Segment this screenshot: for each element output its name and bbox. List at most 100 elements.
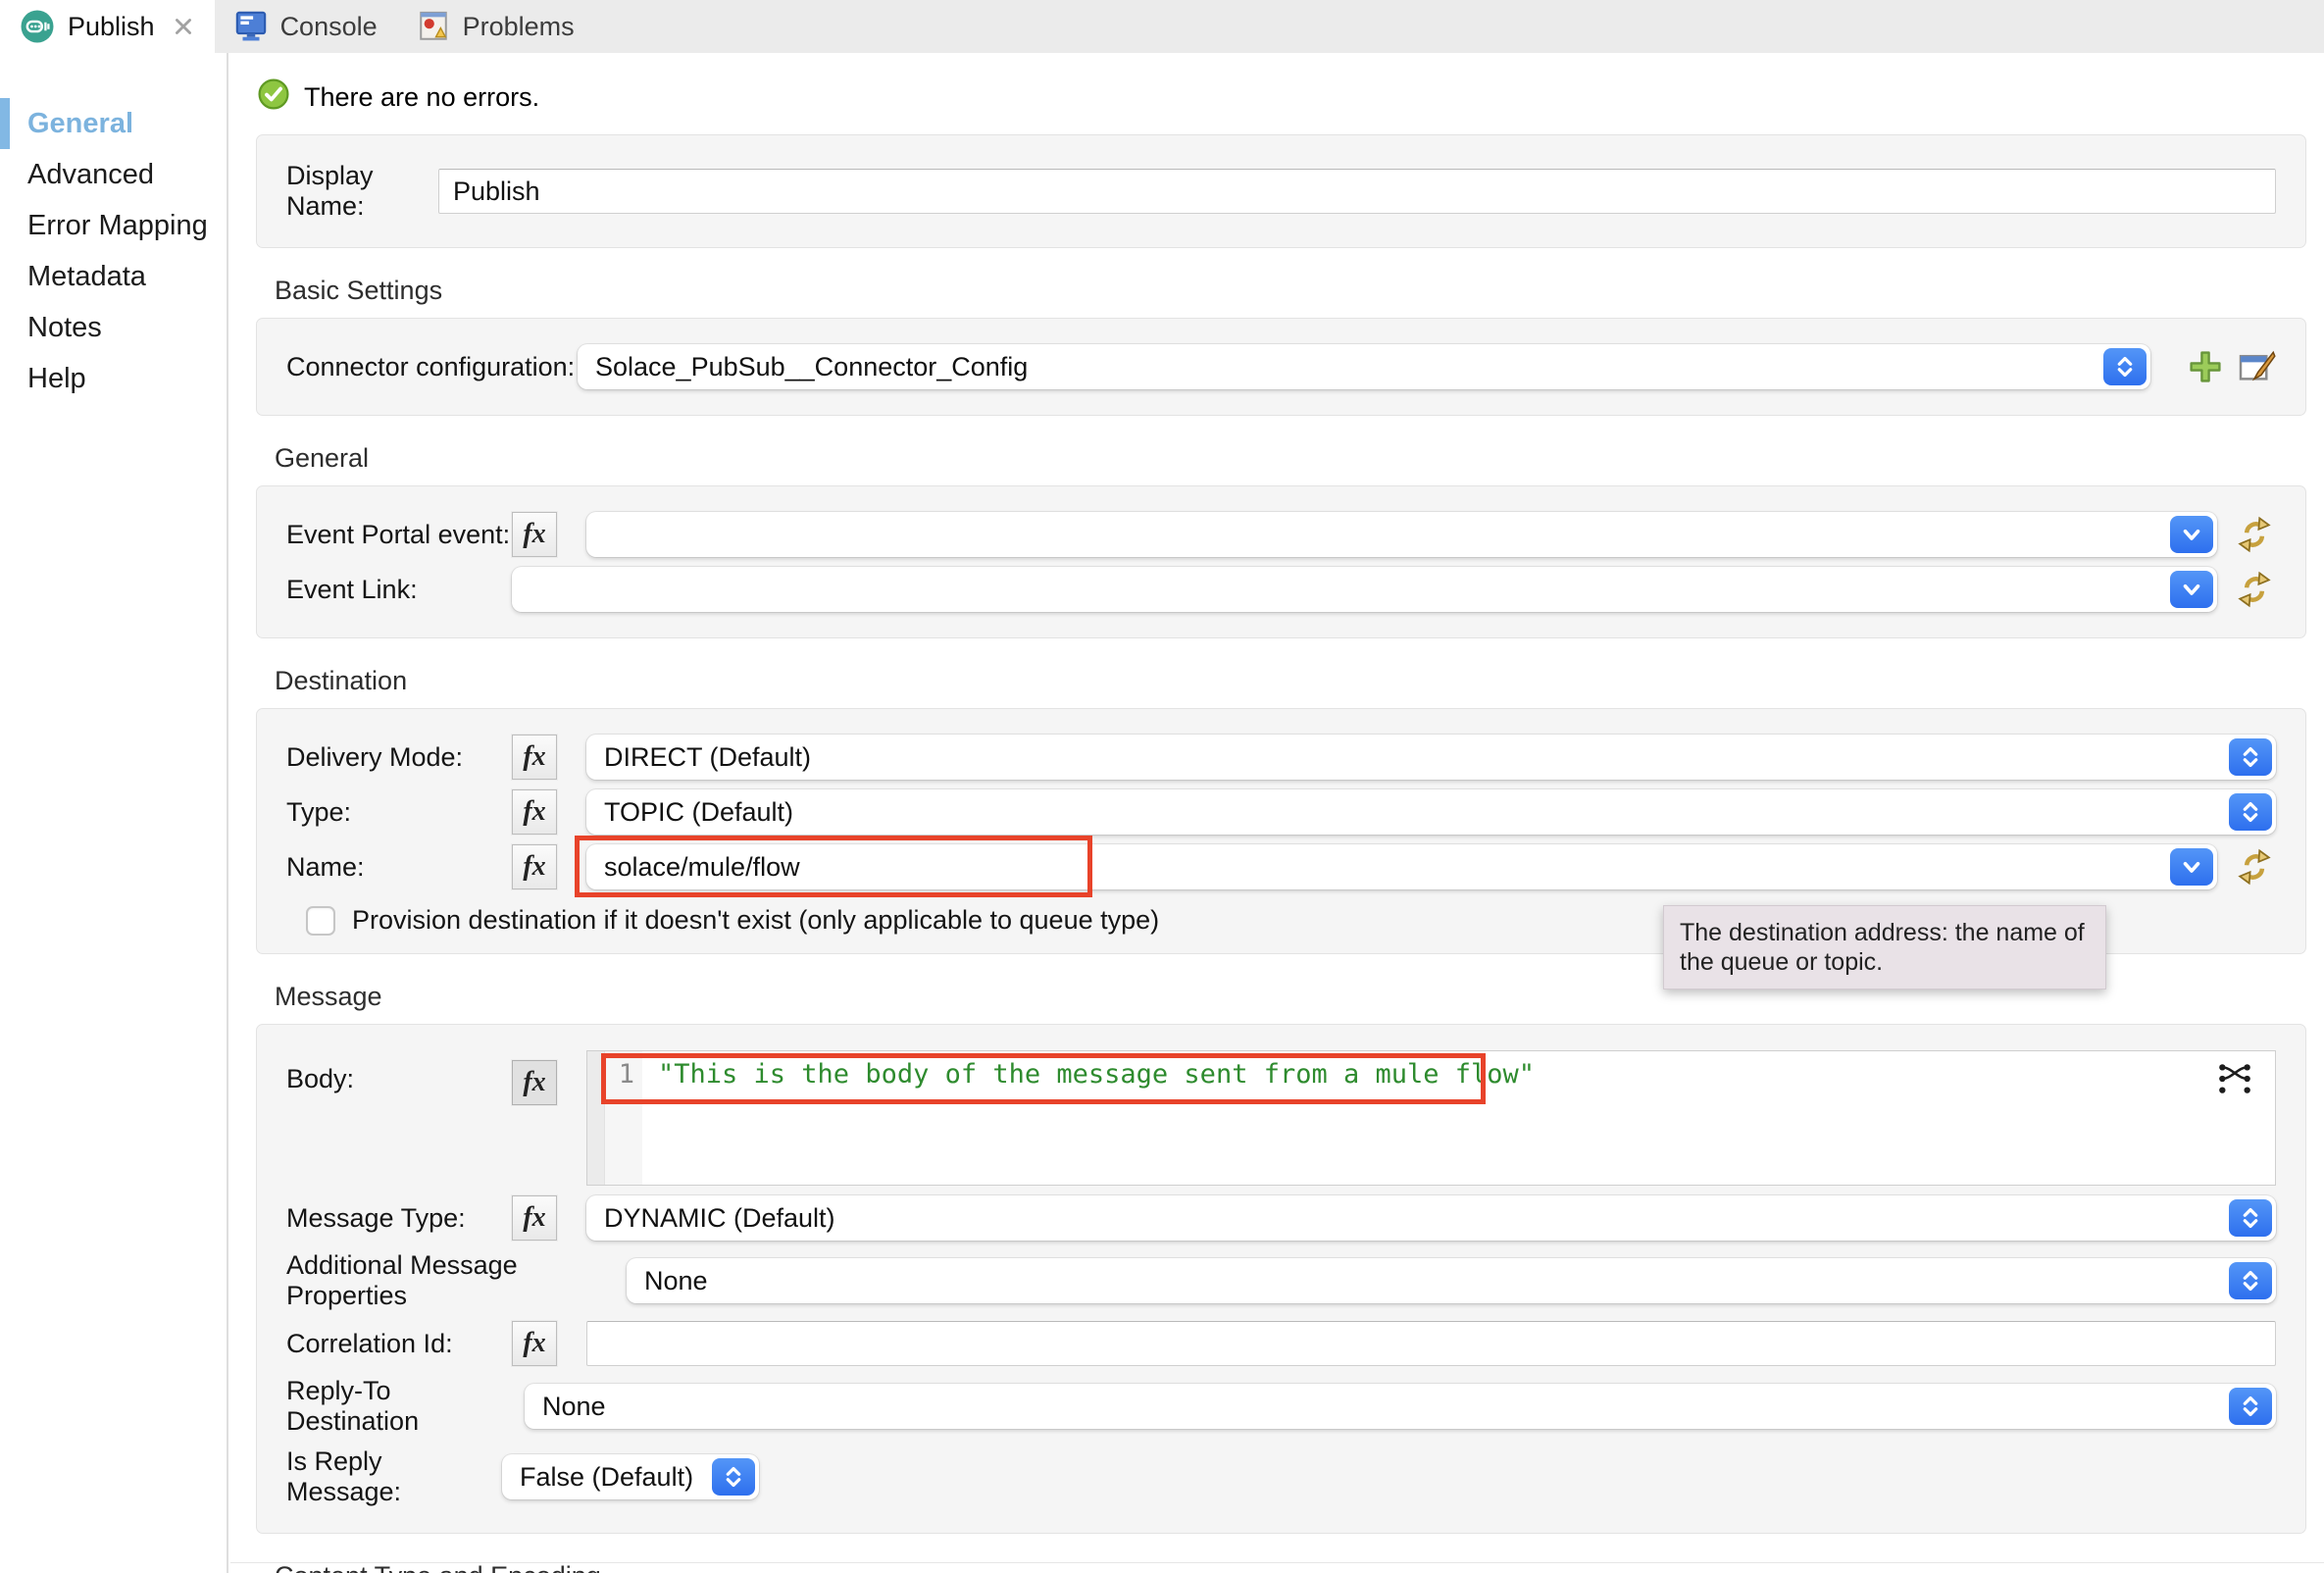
add-config-button[interactable] [2188, 349, 2223, 384]
is-reply-message-label: Is Reply Message: [286, 1446, 502, 1507]
connector-configuration-value: Solace_PubSub__Connector_Config [595, 352, 1028, 382]
chevron-down-icon [2170, 571, 2213, 608]
field-row-message-type: Message Type: fx DYNAMIC (Default) [286, 1195, 2276, 1241]
solace-publish-icon [20, 9, 55, 44]
reply-to-destination-select[interactable]: None [525, 1384, 2276, 1429]
tab-console[interactable]: Console [215, 0, 397, 53]
chevron-up-down-icon [2229, 793, 2272, 831]
chevron-up-down-icon [2229, 1388, 2272, 1425]
destination-name-tooltip: The destination address: the name of the… [1663, 905, 2106, 989]
additional-message-properties-select[interactable]: None [627, 1258, 2276, 1303]
close-icon[interactable] [172, 15, 195, 38]
display-name-label: Display Name: [286, 161, 438, 222]
additional-message-properties-value: None [644, 1266, 708, 1296]
field-row-reply-to-destination: Reply-To Destination None [286, 1376, 2276, 1437]
section-heading-general: General [275, 443, 2306, 474]
type-label: Type: [286, 797, 512, 828]
tab-console-label: Console [280, 12, 378, 42]
delivery-mode-label: Delivery Mode: [286, 742, 512, 773]
event-portal-event-combo[interactable] [586, 512, 2217, 557]
reply-to-destination-value: None [542, 1392, 606, 1422]
chevron-down-icon [2170, 848, 2213, 886]
correlation-id-label: Correlation Id: [286, 1329, 512, 1359]
editor-tab-bar: Publish Console Problems [0, 0, 2324, 53]
basic-settings-panel: Connector configuration: Solace_PubSub__… [256, 318, 2306, 416]
field-row-delivery-mode: Delivery Mode: fx DIRECT (Default) [286, 735, 2276, 780]
sidebar-item-advanced[interactable]: Advanced [0, 149, 227, 200]
chevron-up-down-icon [2229, 738, 2272, 776]
tab-publish-label: Publish [68, 12, 155, 42]
type-value: TOPIC (Default) [604, 797, 793, 828]
console-icon [234, 10, 268, 43]
problems-icon [417, 10, 450, 43]
fx-expression-button[interactable]: fx [512, 1195, 557, 1241]
field-row-additional-message-properties: Additional Message Properties None [286, 1250, 2276, 1311]
body-code-text[interactable]: "This is the body of the message sent fr… [642, 1051, 1535, 1185]
fx-expression-button[interactable]: fx [512, 789, 557, 835]
display-name-panel: Display Name: [256, 134, 2306, 248]
general-panel: Event Portal event: fx Event Link: [256, 485, 2306, 638]
chevron-down-icon [2170, 516, 2213, 553]
fx-icon: fx [523, 1202, 545, 1234]
chevron-up-down-icon [2103, 348, 2147, 385]
validation-status: There are no errors. [258, 78, 2324, 117]
body-code-editor[interactable]: 1 "This is the body of the message sent … [586, 1050, 2276, 1186]
tab-publish[interactable]: Publish [0, 0, 215, 53]
delivery-mode-value: DIRECT (Default) [604, 742, 811, 773]
reply-to-destination-label: Reply-To Destination [286, 1376, 525, 1437]
section-heading-basic-settings: Basic Settings [275, 276, 2306, 306]
type-select[interactable]: TOPIC (Default) [586, 789, 2276, 835]
sidebar-item-error-mapping[interactable]: Error Mapping [0, 200, 227, 251]
fx-expression-button[interactable]: fx [512, 1321, 557, 1366]
dataweave-shuffle-icon[interactable] [2216, 1061, 2253, 1101]
display-name-input[interactable] [438, 169, 2276, 214]
refresh-sync-icon[interactable] [2233, 846, 2276, 888]
tab-problems[interactable]: Problems [397, 0, 594, 53]
destination-name-combo[interactable]: solace/mule/flow [586, 844, 2217, 889]
sidebar-item-help[interactable]: Help [0, 353, 227, 404]
delivery-mode-select[interactable]: DIRECT (Default) [586, 735, 2276, 780]
properties-sidebar: General Advanced Error Mapping Metadata … [0, 53, 228, 1573]
provision-destination-checkbox[interactable] [306, 906, 335, 936]
sidebar-item-metadata[interactable]: Metadata [0, 251, 227, 302]
refresh-sync-icon[interactable] [2233, 569, 2276, 610]
sidebar-item-general[interactable]: General [0, 98, 227, 149]
correlation-id-input[interactable] [586, 1321, 2276, 1366]
field-row-event-portal-event: Event Portal event: fx [286, 512, 2276, 557]
refresh-sync-icon[interactable] [2233, 514, 2276, 555]
chevron-up-down-icon [2229, 1262, 2272, 1299]
message-type-select[interactable]: DYNAMIC (Default) [586, 1195, 2276, 1241]
connector-configuration-select[interactable]: Solace_PubSub__Connector_Config [578, 344, 2150, 389]
additional-message-properties-label: Additional Message Properties [286, 1250, 627, 1311]
tab-problems-label: Problems [463, 12, 575, 42]
fx-expression-button[interactable]: fx [512, 512, 557, 557]
message-panel: Body: fx 1 "This is the body of the mess… [256, 1024, 2306, 1534]
field-row-connector-configuration: Connector configuration: Solace_PubSub__… [286, 344, 2276, 389]
bottom-divider [230, 1562, 2324, 1563]
fx-expression-button[interactable]: fx [512, 844, 557, 889]
event-link-label: Event Link: [286, 575, 512, 605]
message-type-value: DYNAMIC (Default) [604, 1203, 835, 1234]
fx-icon: fx [523, 741, 545, 773]
is-reply-message-select[interactable]: False (Default) [502, 1454, 759, 1499]
sidebar-item-notes[interactable]: Notes [0, 302, 227, 353]
editor-margin [587, 1051, 605, 1185]
field-row-event-link: Event Link: [286, 567, 2276, 612]
is-reply-message-value: False (Default) [520, 1462, 693, 1493]
name-label: Name: [286, 852, 512, 883]
message-type-label: Message Type: [286, 1203, 512, 1234]
status-message: There are no errors. [304, 82, 539, 113]
properties-main-panel: There are no errors. Display Name: Basic… [228, 53, 2324, 1573]
field-row-body: Body: fx 1 "This is the body of the mess… [286, 1050, 2276, 1186]
chevron-up-down-icon [2229, 1199, 2272, 1237]
body-label: Body: [286, 1064, 512, 1094]
destination-name-value: solace/mule/flow [604, 852, 800, 883]
fx-expression-button[interactable]: fx [512, 735, 557, 780]
event-link-combo[interactable] [512, 567, 2217, 612]
editor-line-number: 1 [605, 1051, 642, 1185]
fx-icon: fx [523, 796, 545, 828]
fx-icon: fx [523, 1067, 545, 1098]
fx-expression-button[interactable]: fx [512, 1060, 557, 1105]
edit-config-button[interactable] [2239, 350, 2276, 383]
chevron-up-down-icon [712, 1458, 755, 1496]
